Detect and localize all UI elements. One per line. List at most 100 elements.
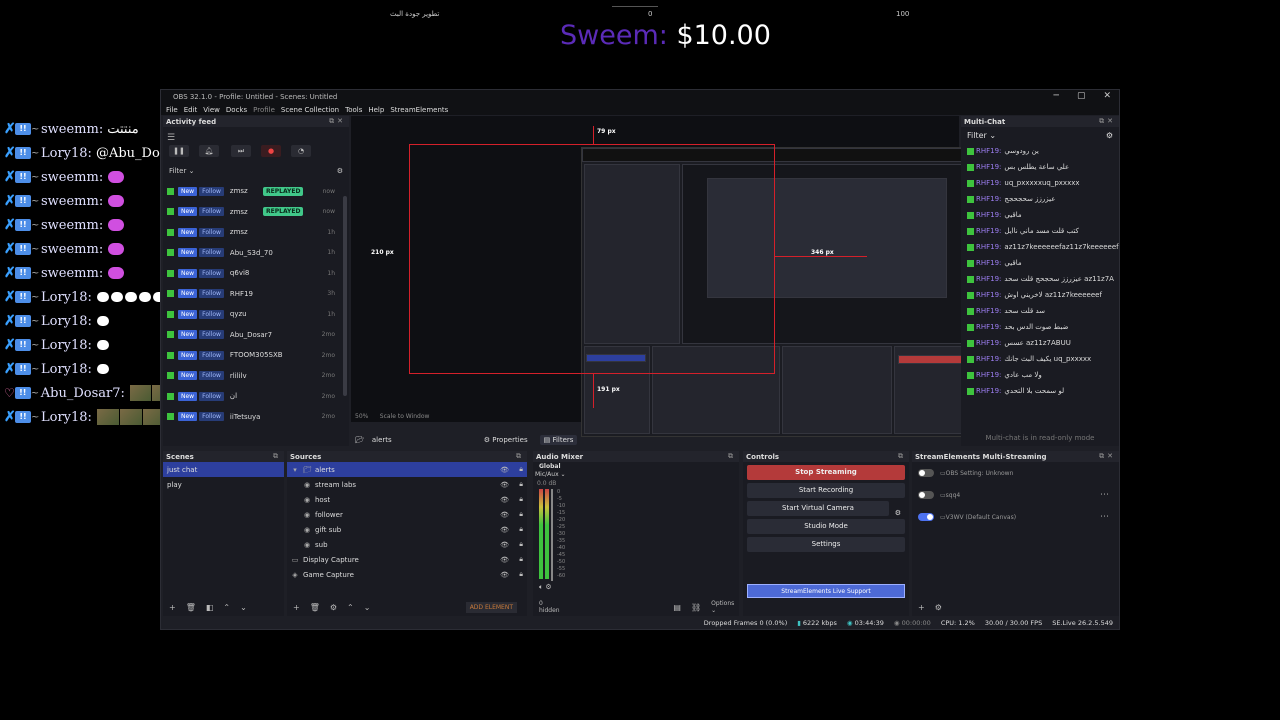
trash-icon[interactable]: 🗑︎: [186, 603, 196, 612]
gear-icon[interactable]: ⚙: [330, 603, 337, 612]
scene-item[interactable]: just chat: [163, 462, 284, 477]
stop-streaming-button[interactable]: Stop Streaming: [747, 465, 905, 480]
stream-toggle[interactable]: [918, 469, 934, 477]
dock-controls-icon[interactable]: ⧉✕: [1099, 117, 1116, 126]
menu-help[interactable]: Help: [368, 106, 384, 114]
gear-icon[interactable]: ⚙: [337, 167, 343, 175]
eye-icon[interactable]: 👁︎: [500, 466, 509, 474]
activity-row[interactable]: New Follow q6vi8 1h: [163, 263, 349, 284]
dock-controls-icon[interactable]: ⧉: [728, 452, 736, 461]
source-item[interactable]: ◉ follower 👁︎ 🔒︎: [287, 507, 527, 522]
pause-icon[interactable]: ❚❚: [169, 145, 189, 157]
source-item[interactable]: ◉ gift sub 👁︎ 🔒︎: [287, 522, 527, 537]
filters-button[interactable]: ▤ Filters: [539, 435, 578, 445]
bell-icon[interactable]: 🔔︎: [199, 145, 219, 157]
hamburger-menu-icon[interactable]: ☰: [167, 133, 175, 143]
activity-row[interactable]: New Follow Abu_Dosar7 2mo: [163, 325, 349, 346]
se-live-support-button[interactable]: StreamElements Live Support: [747, 584, 905, 598]
gear-icon[interactable]: ⚙: [895, 509, 901, 517]
source-item[interactable]: ▭ Display Capture 👁︎ 🔒︎: [287, 552, 527, 567]
lock-icon[interactable]: 🔒︎: [519, 525, 523, 534]
menu-tools[interactable]: Tools: [345, 106, 362, 114]
lock-icon[interactable]: 🔒︎: [519, 555, 523, 564]
dock-controls-icon[interactable]: ⧉: [898, 452, 906, 461]
more-icon[interactable]: ⋯: [1100, 490, 1109, 500]
scale-mode[interactable]: Scale to Window: [380, 413, 430, 420]
activity-row[interactable]: New Follow rlililv 2mo: [163, 366, 349, 387]
down-icon[interactable]: ⌄: [240, 603, 247, 612]
menu-edit[interactable]: Edit: [184, 106, 198, 114]
eye-icon[interactable]: 👁︎: [500, 496, 509, 504]
add-icon[interactable]: +: [169, 603, 176, 612]
lock-icon[interactable]: 🔒︎: [519, 570, 523, 579]
menu-profile[interactable]: Profile: [253, 106, 275, 114]
lock-icon[interactable]: 🔒︎: [519, 495, 523, 504]
scene-item[interactable]: play: [163, 477, 284, 492]
more-icon[interactable]: ⋯: [1100, 512, 1109, 522]
close-icon[interactable]: ✕: [1103, 91, 1111, 101]
dock-controls-icon[interactable]: ⧉✕: [329, 117, 346, 126]
filter-icon[interactable]: ◧: [206, 603, 214, 612]
options-button[interactable]: Options ⌄: [711, 600, 739, 614]
activity-row[interactable]: New Follow zmsz REPLAYED now: [163, 181, 349, 202]
menu-file[interactable]: File: [166, 106, 178, 114]
multistream-row[interactable]: ▭ V3WV (Default Canvas) ⋯: [912, 506, 1119, 528]
mute-icon[interactable]: 🔈︎ ⚙: [539, 583, 552, 592]
source-item[interactable]: ◉ sub 👁︎ 🔒︎: [287, 537, 527, 552]
gear-icon[interactable]: ⚙: [935, 603, 942, 612]
multistream-row[interactable]: ▭ sqq4 ⋯: [912, 484, 1119, 506]
eye-icon[interactable]: 👁︎: [500, 481, 509, 489]
source-item[interactable]: ◉ host 👁︎ 🔒︎: [287, 492, 527, 507]
menu-view[interactable]: View: [203, 106, 220, 114]
activity-filter[interactable]: Filter ⌄ ⚙: [163, 161, 349, 181]
layout-icon[interactable]: ▤: [673, 603, 681, 612]
lock-icon[interactable]: 🔒︎: [519, 510, 523, 519]
multistream-row[interactable]: ▭ OBS Setting: Unknown: [912, 462, 1119, 484]
source-item[interactable]: ◈ Game Capture 👁︎ 🔒︎: [287, 567, 527, 582]
activity-row[interactable]: New Follow qyzu 1h: [163, 304, 349, 325]
activity-row[interactable]: New Follow zmsz REPLAYED now: [163, 202, 349, 223]
timer-icon[interactable]: ◔: [291, 145, 311, 157]
selection-box[interactable]: [409, 144, 775, 374]
activity-row[interactable]: New Follow zmsz 1h: [163, 222, 349, 243]
dock-controls-icon[interactable]: ⧉✕: [1099, 452, 1116, 461]
chevron-down-icon[interactable]: ▾: [291, 466, 299, 474]
properties-button[interactable]: ⚙ Properties: [480, 435, 532, 445]
source-item[interactable]: ◉ stream labs 👁︎ 🔒︎: [287, 477, 527, 492]
multichat-filter[interactable]: Filter ⌄ ⚙: [961, 127, 1119, 143]
link-icon[interactable]: ⛓︎: [691, 603, 701, 612]
studio-mode-button[interactable]: Studio Mode: [747, 519, 905, 534]
eye-icon[interactable]: 👁︎: [500, 556, 509, 564]
add-icon[interactable]: +: [918, 603, 925, 612]
gear-icon[interactable]: ⚙: [1106, 131, 1113, 140]
down-icon[interactable]: ⌄: [364, 603, 371, 612]
up-icon[interactable]: ⌃: [223, 603, 230, 612]
up-icon[interactable]: ⌃: [347, 603, 354, 612]
eye-icon[interactable]: 👁︎: [500, 571, 509, 579]
add-element-button[interactable]: ADD ELEMENT: [465, 602, 517, 613]
maximize-icon[interactable]: ▢: [1077, 91, 1086, 101]
start-recording-button[interactable]: Start Recording: [747, 483, 905, 498]
add-icon[interactable]: +: [293, 603, 300, 612]
zoom-level[interactable]: 50%: [355, 413, 368, 420]
lock-icon[interactable]: 🔒︎: [519, 480, 523, 489]
mixer-channel[interactable]: Mic/Aux ⌄: [535, 471, 566, 478]
activity-row[interactable]: New Follow Abu_S3d_70 1h: [163, 243, 349, 264]
settings-button[interactable]: Settings: [747, 537, 905, 552]
stream-toggle[interactable]: [918, 513, 934, 521]
dock-controls-icon[interactable]: ⧉: [273, 452, 281, 461]
mixer-tab[interactable]: Global: [539, 463, 561, 470]
activity-row[interactable]: New Follow ان 2mo: [163, 386, 349, 407]
menu-streamelements[interactable]: StreamElements: [390, 106, 448, 114]
menu-scene-collection[interactable]: Scene Collection: [281, 106, 339, 114]
eye-icon[interactable]: 👁︎: [500, 526, 509, 534]
trash-icon[interactable]: 🗑︎: [310, 603, 320, 612]
source-item[interactable]: ▾ 📁︎ alerts 👁︎ 🔒︎: [287, 462, 527, 477]
eye-icon[interactable]: 👁︎: [500, 511, 509, 519]
minimize-icon[interactable]: ─: [1054, 91, 1059, 101]
eye-icon[interactable]: 👁︎: [500, 541, 509, 549]
record-icon[interactable]: ●: [261, 145, 281, 157]
activity-scrollbar[interactable]: [343, 196, 347, 396]
start-virtual-camera-button[interactable]: Start Virtual Camera: [747, 501, 889, 516]
preview-canvas[interactable]: 79 px 210 px 346 px 191 px 50% Scale to …: [351, 116, 1098, 437]
